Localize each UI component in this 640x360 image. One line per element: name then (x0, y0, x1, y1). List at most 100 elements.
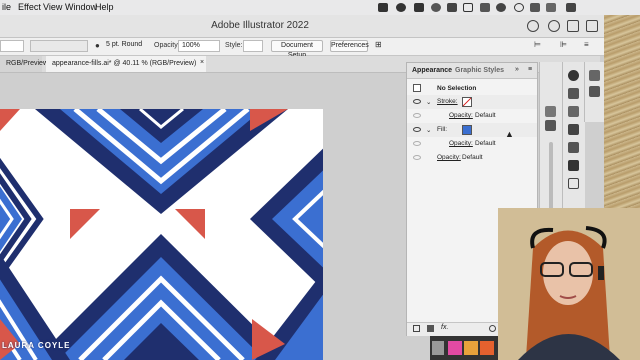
menu-window[interactable]: Window (65, 2, 97, 12)
selection-label: No Selection (437, 85, 477, 92)
status-icon[interactable] (378, 3, 388, 12)
pattern-artwork (0, 109, 323, 360)
opacity-label[interactable]: Opacity: (449, 140, 473, 147)
swatch-strip (430, 336, 500, 360)
fill-swatch-pattern[interactable] (462, 125, 472, 135)
bluetooth-icon[interactable] (480, 3, 490, 12)
brush-profile-dropdown[interactable]: 5 pt. Round (103, 40, 151, 52)
opacity-label[interactable]: Opacity: (449, 112, 473, 119)
app-title-bar: Adobe Illustrator 2022 (0, 15, 640, 38)
mouse-cursor-icon: ▲ (505, 129, 514, 139)
brushes-icon[interactable] (568, 124, 579, 135)
stroke-opacity-row[interactable]: Opacity: Default (407, 109, 537, 123)
variable-width-dropdown[interactable] (30, 40, 88, 52)
swatch-magenta[interactable] (448, 341, 462, 355)
fill-label[interactable]: Fill: (437, 126, 447, 133)
clock-icon[interactable] (566, 3, 576, 12)
folder-icon[interactable] (432, 341, 444, 355)
stroke-swatch-none[interactable] (462, 97, 472, 107)
stroke-label[interactable]: Stroke: (437, 98, 458, 105)
search-icon[interactable] (514, 3, 524, 12)
panel-menu-icon[interactable]: ≡ (528, 66, 532, 73)
style-dropdown[interactable] (243, 40, 263, 52)
tab-appearance[interactable]: Appearance (412, 65, 452, 77)
chevron-down-icon[interactable]: ⌄ (426, 98, 431, 106)
style-label: Style: (225, 42, 243, 49)
watermark: LAURA COYLE (2, 341, 71, 350)
opacity-value: Default (475, 112, 496, 119)
artboard[interactable]: LAURA COYLE (0, 109, 323, 360)
mac-menu-bar: ile Effect View Window Help (0, 0, 640, 16)
document-tab-active[interactable]: appearance-fills.ai* @ 40.11 % (RGB/Prev… (46, 56, 206, 72)
symbols-icon[interactable] (568, 106, 579, 117)
menu-icon[interactable]: ≡ (584, 40, 589, 49)
appearance-icon[interactable] (568, 70, 579, 81)
menu-help[interactable]: Help (95, 2, 114, 12)
artboards-icon[interactable] (568, 178, 579, 189)
opacity-field[interactable]: 100% (178, 40, 220, 52)
visibility-eye-icon[interactable] (413, 113, 421, 118)
airdrop-icon[interactable] (496, 3, 506, 12)
properties-icon[interactable] (589, 70, 600, 81)
dropbox-icon[interactable] (447, 3, 457, 12)
arrange-icon[interactable]: ⊞ (375, 40, 382, 49)
search-icon[interactable] (548, 20, 560, 32)
menu-effect[interactable]: Effect (18, 2, 41, 12)
no-selection-thumbnail (413, 84, 421, 92)
add-stroke-icon[interactable] (413, 325, 420, 332)
presenter-image (498, 208, 640, 360)
chevron-down-icon[interactable]: ⌄ (426, 126, 431, 134)
siri-icon[interactable] (546, 3, 556, 12)
grid-icon[interactable] (545, 120, 556, 131)
add-fill-icon[interactable] (427, 325, 434, 332)
visibility-eye-icon[interactable] (413, 99, 421, 104)
side-dock (584, 62, 605, 122)
menu-file[interactable]: ile (2, 2, 11, 12)
control-center-icon[interactable] (530, 3, 540, 12)
close-icon[interactable]: × (200, 59, 204, 66)
user-icon[interactable] (527, 20, 539, 32)
stroke-weight-field[interactable] (0, 40, 24, 52)
menu-view[interactable]: View (43, 2, 62, 12)
bullet-icon: ● (95, 41, 100, 50)
document-tab[interactable]: RGB/Preview) (0, 56, 50, 72)
align-left-icon[interactable]: ⊨ (534, 40, 541, 49)
status-icon[interactable] (431, 3, 441, 12)
app-title: Adobe Illustrator 2022 (211, 20, 309, 31)
club-icon[interactable] (568, 142, 579, 153)
tools-dock (562, 62, 585, 232)
fill-row[interactable]: ⌄ Fill: (407, 123, 537, 137)
clear-appearance-icon[interactable] (489, 325, 496, 332)
canvas[interactable]: LAURA COYLE (0, 73, 406, 360)
visibility-eye-icon[interactable] (413, 127, 421, 132)
visibility-eye-icon[interactable] (413, 141, 421, 146)
workspace-icon[interactable] (586, 20, 598, 32)
panel-icon[interactable] (545, 106, 556, 117)
tab-graphic-styles[interactable]: Graphic Styles (455, 65, 504, 77)
stroke-row[interactable]: ⌄ Stroke: (407, 95, 537, 109)
control-bar: ● 5 pt. Round Opacity: 100% Style: Docum… (0, 38, 640, 59)
opacity-value: Default (475, 140, 496, 147)
visibility-eye-icon[interactable] (413, 155, 421, 160)
panel-icon[interactable] (589, 86, 600, 97)
object-opacity-row[interactable]: Opacity: Default (407, 151, 537, 165)
align-icon[interactable]: ⊫ (560, 40, 567, 49)
wifi-icon[interactable] (463, 3, 473, 12)
preferences-button[interactable]: Preferences (330, 40, 369, 52)
opacity-label[interactable]: Opacity: (437, 154, 461, 161)
swatch-orange[interactable] (464, 341, 478, 355)
status-icon[interactable] (414, 3, 424, 12)
collapse-icon[interactable]: » (515, 66, 519, 73)
arrange-documents-icon[interactable] (567, 20, 579, 32)
status-icon[interactable] (396, 3, 406, 12)
add-effect-button[interactable]: fx. (441, 324, 448, 331)
webcam-presenter (498, 208, 640, 360)
opacity-label: Opacity: (154, 42, 180, 49)
selection-row: No Selection (407, 82, 537, 96)
layers-icon[interactable] (568, 160, 579, 171)
document-setup-button[interactable]: Document Setup (271, 40, 323, 59)
fill-opacity-row[interactable]: Opacity: Default (407, 137, 537, 151)
opacity-value: Default (462, 154, 483, 161)
align-icon[interactable] (568, 88, 579, 99)
swatch-red-orange[interactable] (480, 341, 494, 355)
